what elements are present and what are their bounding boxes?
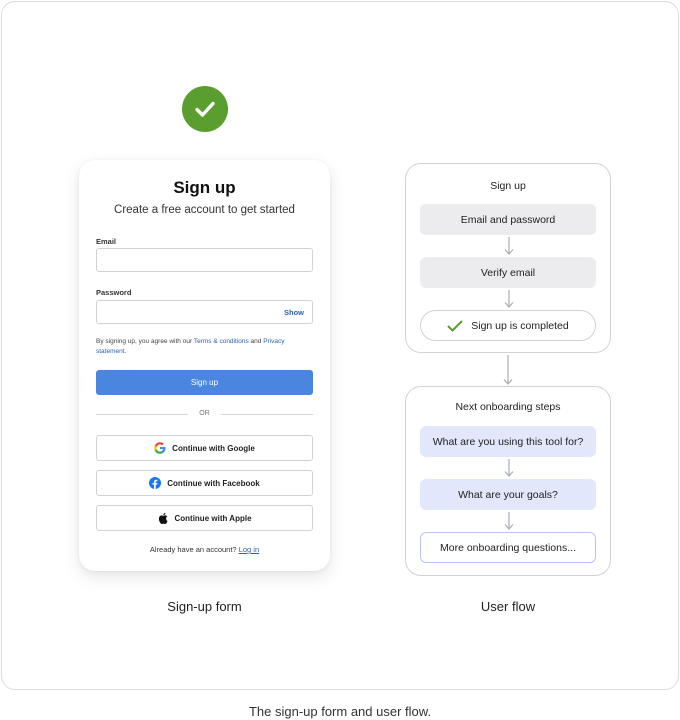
email-field[interactable] <box>96 248 313 272</box>
legal-and: and <box>248 338 264 345</box>
signup-flow-panel: Sign up Email and password Verify email … <box>405 163 611 353</box>
show-password-button[interactable]: Show <box>284 308 304 317</box>
user-flow-caption: User flow <box>480 599 536 614</box>
signup-button[interactable]: Sign up <box>96 370 313 395</box>
check-badge-icon <box>182 86 228 132</box>
terms-link[interactable]: Terms & conditions <box>194 338 249 345</box>
signup-title: Sign up <box>173 178 236 197</box>
arrow-down-icon <box>503 355 513 385</box>
signup-form-caption: Sign-up form <box>167 599 242 614</box>
flow-step-using-tool-for: What are you using this tool for? <box>420 426 596 457</box>
arrow-down-icon <box>504 512 514 530</box>
continue-with-apple-button[interactable]: Continue with Apple <box>96 505 313 531</box>
arrow-down-icon <box>504 237 514 255</box>
apple-icon <box>157 512 168 524</box>
figure-caption: The sign-up form and user flow. <box>248 704 432 719</box>
login-prompt-text: Already have an account? <box>149 545 239 554</box>
continue-with-facebook-button[interactable]: Continue with Facebook <box>96 470 313 496</box>
email-label: Email <box>96 237 117 246</box>
figure-frame: Sign up Create a free account to get sta… <box>1 1 679 690</box>
flow-step-verify-email: Verify email <box>420 257 596 288</box>
password-label: Password <box>96 288 132 297</box>
login-prompt: Already have an account? Log in <box>79 545 330 554</box>
legal-text: By signing up, you agree with our Terms … <box>96 337 316 357</box>
flow-step-signup-completed: Sign up is completed <box>420 310 596 341</box>
signup-subtitle: Create a free account to get started <box>114 204 295 216</box>
divider-right <box>221 414 313 415</box>
continue-with-google-button[interactable]: Continue with Google <box>96 435 313 461</box>
facebook-icon <box>149 477 162 489</box>
legal-prefix: By signing up, you agree with our <box>96 338 194 345</box>
legal-suffix: . <box>124 348 127 355</box>
signup-card: Sign up Create a free account to get sta… <box>79 160 330 571</box>
flow-step-signup-completed-label: Sign up is completed <box>471 319 569 332</box>
google-button-label: Continue with Google <box>172 443 255 453</box>
login-link[interactable]: Log in <box>239 545 259 554</box>
facebook-button-label: Continue with Facebook <box>167 478 260 488</box>
google-icon <box>154 442 166 454</box>
apple-button-label: Continue with Apple <box>174 513 252 523</box>
onboarding-flow-title: Next onboarding steps <box>455 401 561 413</box>
flow-step-email-password: Email and password <box>420 204 596 235</box>
flow-step-goals: What are your goals? <box>420 479 596 510</box>
flow-step-more-questions: More onboarding questions... <box>420 532 596 563</box>
signup-flow-title: Sign up <box>490 180 526 192</box>
password-field[interactable]: Show <box>96 300 313 324</box>
arrow-down-icon <box>504 459 514 477</box>
arrow-down-icon <box>504 290 514 308</box>
onboarding-flow-panel: Next onboarding steps What are you using… <box>405 386 611 576</box>
check-icon <box>447 320 463 331</box>
